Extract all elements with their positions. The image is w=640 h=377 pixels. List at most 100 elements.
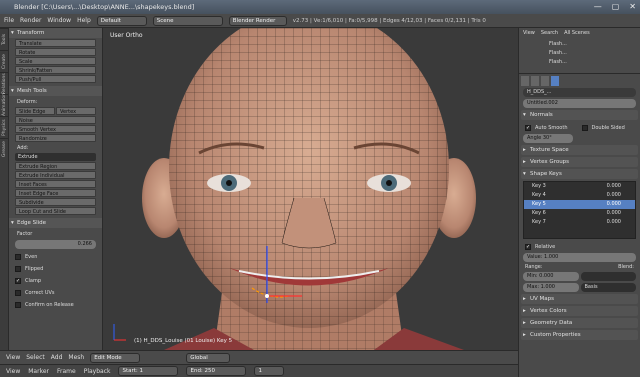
render-engine-selector[interactable]: Blender Render bbox=[228, 15, 287, 26]
auto-smooth-label: Auto Smooth bbox=[535, 124, 568, 131]
tab-physics[interactable]: Physics bbox=[0, 116, 9, 138]
shape-key-row-active[interactable]: Key 5 0.000 bbox=[524, 200, 635, 209]
mode-selector[interactable]: Edit Mode bbox=[90, 352, 141, 363]
tab-create[interactable]: Create bbox=[0, 50, 9, 72]
max-row: Max: 1.000 Basis bbox=[523, 283, 636, 292]
properties-editor: H_DDS_... Untitled.002 Normals ✓ Auto Smo… bbox=[518, 74, 640, 377]
shape-key-row[interactable]: Key 3 0.000 bbox=[524, 182, 635, 191]
mesh-datablock-name[interactable]: Untitled.002 bbox=[523, 99, 636, 108]
mesh-data-tab-icon[interactable] bbox=[551, 76, 559, 86]
relative-key-field[interactable]: Basis bbox=[580, 283, 636, 292]
outliner-item[interactable]: Flash... bbox=[549, 40, 640, 49]
object-name-breadcrumb: H_DDS_... bbox=[523, 88, 636, 97]
menu-render[interactable]: Render bbox=[20, 17, 41, 24]
minimize-button[interactable]: — bbox=[594, 0, 602, 14]
maximize-button[interactable]: ▢ bbox=[612, 0, 620, 14]
properties-tab-icons bbox=[521, 76, 638, 86]
custom-properties-header[interactable]: Custom Properties bbox=[521, 330, 638, 340]
start-frame-field[interactable]: Start: 1 bbox=[118, 366, 179, 376]
inset-edge-face-button[interactable]: Inset Edge Face bbox=[15, 189, 96, 197]
geometry-data-header[interactable]: Geometry Data bbox=[521, 318, 638, 328]
menu-window[interactable]: Window bbox=[47, 17, 71, 24]
outliner-item[interactable]: Flash... bbox=[549, 58, 640, 67]
confirm-release-checkbox[interactable]: Confirm on Release bbox=[15, 300, 96, 309]
factor-field[interactable]: 0.266 bbox=[15, 240, 96, 249]
tab-animation[interactable]: Animation bbox=[0, 93, 9, 116]
max-label: Max: bbox=[527, 284, 540, 290]
vertex-colors-header[interactable]: Vertex Colors bbox=[521, 306, 638, 316]
orientation-selector[interactable]: Global bbox=[186, 352, 231, 363]
randomize-button[interactable]: Randomize bbox=[15, 134, 96, 142]
outliner-item[interactable]: Flash... bbox=[549, 49, 640, 58]
angle-field[interactable]: Angle 30° bbox=[523, 134, 573, 143]
correct-uvs-checkbox[interactable]: Correct UVs bbox=[15, 288, 96, 297]
menu-add[interactable]: Add bbox=[51, 354, 63, 361]
shape-keys-header[interactable]: Shape Keys bbox=[521, 169, 638, 179]
vertex-groups-header[interactable]: Vertex Groups bbox=[521, 157, 638, 167]
vertex-slide-button[interactable]: Vertex bbox=[56, 107, 96, 115]
menu-mesh[interactable]: Mesh bbox=[68, 354, 84, 361]
scale-button[interactable]: Scale bbox=[15, 57, 96, 65]
extrude-region-button[interactable]: Extrude Region bbox=[15, 162, 96, 170]
render-tab-icon[interactable] bbox=[521, 76, 529, 86]
shape-key-row[interactable]: Key 4 0.000 bbox=[524, 191, 635, 200]
subdivide-button[interactable]: Subdivide bbox=[15, 198, 96, 206]
menu-view[interactable]: View bbox=[6, 354, 20, 361]
scene-tab-icon[interactable] bbox=[531, 76, 539, 86]
shrink-fatten-button[interactable]: Shrink/Fatten bbox=[15, 66, 96, 74]
outliner-view-menu[interactable]: View bbox=[523, 30, 535, 36]
tab-tools[interactable]: Tools bbox=[0, 28, 9, 50]
end-frame-field[interactable]: End: 250 bbox=[186, 366, 247, 376]
right-eye bbox=[367, 174, 411, 192]
push-pull-button[interactable]: Push/Pull bbox=[15, 75, 96, 83]
transform-panel-header[interactable]: Transform bbox=[9, 28, 102, 38]
rotate-button[interactable]: Rotate bbox=[15, 48, 96, 56]
shape-key-row[interactable]: Key 6 0.000 bbox=[524, 209, 635, 218]
checkmark-icon: ✓ bbox=[525, 243, 531, 250]
menu-file[interactable]: File bbox=[4, 17, 14, 24]
menu-select[interactable]: Select bbox=[26, 354, 45, 361]
factor-label: Factor bbox=[17, 231, 33, 237]
current-frame-field[interactable]: 1 bbox=[254, 366, 285, 376]
tab-grease[interactable]: Grease bbox=[0, 138, 9, 160]
object-tab-icon[interactable] bbox=[541, 76, 549, 86]
3d-viewport[interactable]: User Ortho (1) H_DDS_Louise (01 Louise) … bbox=[104, 28, 518, 350]
relative-checkbox[interactable]: ✓ Relative bbox=[525, 242, 634, 251]
inset-faces-button[interactable]: Inset Faces bbox=[15, 180, 96, 188]
extrude-dropdown[interactable]: Extrude bbox=[15, 153, 96, 161]
extrude-individual-button[interactable]: Extrude Individual bbox=[15, 171, 96, 179]
normals-header[interactable]: Normals bbox=[521, 110, 638, 120]
even-checkbox[interactable]: Even bbox=[15, 252, 96, 261]
edge-slide-panel-header[interactable]: Edge Slide bbox=[9, 218, 102, 228]
scene-selector[interactable]: Scene bbox=[152, 15, 223, 26]
vertex-group-field[interactable] bbox=[580, 272, 636, 281]
mesh-tools-panel-header[interactable]: Mesh Tools bbox=[9, 86, 102, 96]
timeline-frame-menu[interactable]: Frame bbox=[57, 368, 76, 375]
timeline-marker-menu[interactable]: Marker bbox=[28, 368, 49, 375]
shape-key-row[interactable]: Key 7 0.000 bbox=[524, 218, 635, 227]
auto-smooth-checkbox[interactable]: ✓ Auto Smooth Double Sided bbox=[525, 123, 634, 132]
outliner-scenes-selector[interactable]: All Scenes bbox=[564, 30, 590, 36]
tab-relations[interactable]: Relations bbox=[0, 72, 9, 94]
layout-selector[interactable]: Default bbox=[96, 15, 147, 26]
clamp-checkbox[interactable]: ✓ Clamp bbox=[15, 276, 96, 285]
noise-button[interactable]: Noise bbox=[15, 116, 96, 124]
smooth-vertex-button[interactable]: Smooth Vertex bbox=[15, 125, 96, 133]
clamp-label: Clamp bbox=[25, 277, 41, 284]
shape-value-field[interactable]: Value: 1.000 bbox=[523, 253, 636, 262]
slider-max-field[interactable]: Max: 1.000 bbox=[523, 283, 579, 292]
close-button[interactable]: ✕ bbox=[629, 0, 636, 14]
texture-space-header[interactable]: Texture Space bbox=[521, 145, 638, 155]
translate-button[interactable]: Translate bbox=[15, 39, 96, 47]
shape-key-value: 0.000 bbox=[606, 210, 621, 216]
slider-min-field[interactable]: Min: 0.000 bbox=[523, 272, 579, 281]
uv-maps-header[interactable]: UV Maps bbox=[521, 294, 638, 304]
outliner-search-menu[interactable]: Search bbox=[541, 30, 558, 36]
slide-edge-button[interactable]: Slide Edge bbox=[15, 107, 55, 115]
menu-help[interactable]: Help bbox=[77, 17, 91, 24]
loop-cut-button[interactable]: Loop Cut and Slide bbox=[15, 207, 96, 215]
timeline-playback-menu[interactable]: Playback bbox=[84, 368, 111, 375]
face-mesh-render bbox=[113, 28, 476, 350]
timeline-view-menu[interactable]: View bbox=[6, 368, 20, 375]
flipped-checkbox[interactable]: Flipped bbox=[15, 264, 96, 273]
